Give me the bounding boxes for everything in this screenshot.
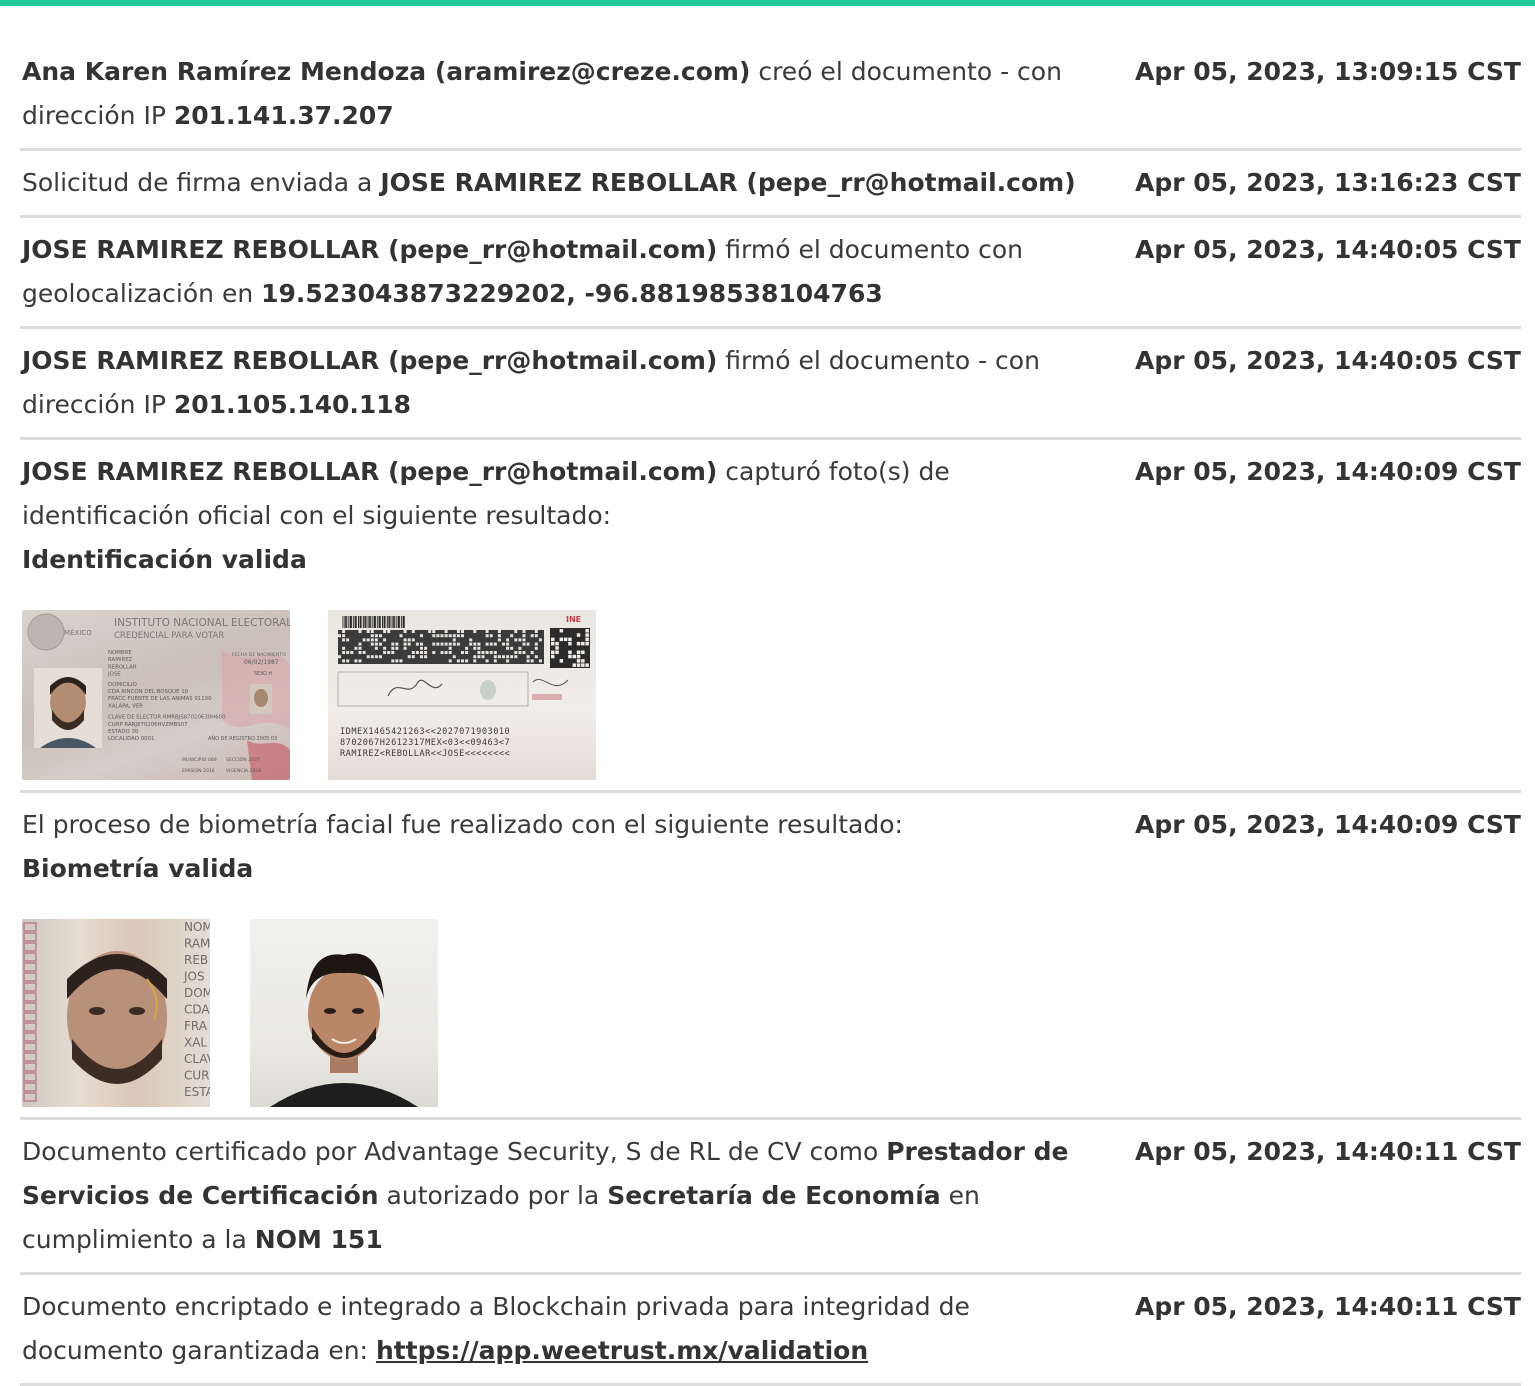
audit-event-row: Documento encriptado e integrado a Block… [20,1275,1521,1386]
face-crop-text: JOS [183,970,205,984]
face-crop-text: REB [184,953,208,967]
id-municipio: MUNICIPIO 089 [182,757,217,763]
audit-event-row: Solicitud de firma enviada a JOSE RAMIRE… [20,151,1521,218]
face-crop-text: FRA [184,1019,208,1033]
face-crop-text: RAM [184,937,210,951]
audit-event-description: Documento encriptado e integrado a Block… [22,1285,1082,1373]
id-front-line: CDA RINCON DEL BOSQUE 10 [108,689,189,695]
audit-event-timestamp: Apr 05, 2023, 14:40:09 CST [1135,810,1521,839]
id-front-line: CLAVE DE ELECTOR RMRBJS87020630H600 [108,715,226,721]
id-front-line: ESTADO 30 [108,729,139,735]
id-sex: SEXO H [254,671,272,677]
id-card-back-image[interactable]: INE IDMEX1465421263<<2027071903010 8702067… [328,610,596,780]
face-crop-text: XAL [184,1036,207,1050]
id-registro: AÑO DE REGISTRO 2005 03 [208,735,277,742]
id-photos: MÉXICO INSTITUTO NACIONAL ELECTORAL CREDEN… [22,610,1082,780]
mrz-line: RAMIREZ<REBOLLAR<<JOSE<<<<<<<< [340,749,510,759]
audit-event-timestamp: Apr 05, 2023, 13:16:23 CST [1135,168,1521,197]
event-text: autorizado por la [378,1181,608,1210]
ine-brand: INE [566,615,581,624]
audit-event-timestamp: Apr 05, 2023, 13:09:15 CST [1135,57,1521,86]
id-front-line: XALAPA, VER [108,703,143,709]
id-country: MÉXICO [64,628,92,637]
id-front-line: DOMICILIO [108,682,137,688]
face-crop-text: CDA [184,1003,210,1017]
id-face-crop-art: NOM RAM REB JOS DOM CDA FRA XAL CLAV CURI ESTA [23,920,210,1102]
audit-event-row: Ana Karen Ramírez Mendoza (aramirez@crez… [20,6,1521,151]
event-text: Documento certificado por Advantage Secu… [22,1137,887,1166]
audit-event-description: Ana Karen Ramírez Mendoza (aramirez@crez… [22,50,1082,138]
audit-event-timestamp: Apr 05, 2023, 14:40:11 CST [1135,1292,1521,1321]
biometric-photos: NOM RAM REB JOS DOM CDA FRA XAL CLAV CURI ESTA [22,919,1082,1107]
event-highlight: NOM 151 [254,1225,383,1254]
id-emision: EMISIÓN 2016 [182,767,215,774]
id-face-crop-image[interactable]: NOM RAM REB JOS DOM CDA FRA XAL CLAV CURI ESTA [22,919,210,1107]
event-highlight: JOSE RAMIREZ REBOLLAR (pepe_rr@hotmail.c… [22,235,718,264]
id-front-line: REBOLLAR [108,664,137,670]
id-seccion: SECCIÓN 2027 [226,756,260,763]
id-subtitle: CREDENCIAL PARA VOTAR [114,631,224,641]
audit-event-description: El proceso de biometría facial fue reali… [22,803,1082,891]
mrz-line: IDMEX1465421263<<2027071903010 [340,727,510,737]
id-front-line: CURP RARJ870206HVZMBS07 [108,722,188,728]
audit-event-description: Solicitud de firma enviada a JOSE RAMIRE… [22,161,1082,205]
event-text: Solicitud de firma enviada a [22,168,381,197]
audit-event-timestamp: Apr 05, 2023, 14:40:11 CST [1135,1137,1521,1166]
event-highlight: JOSE RAMIREZ REBOLLAR (pepe_rr@hotmail.c… [22,457,718,486]
id-front-line: JOSE [107,672,121,678]
audit-event-row: Documento certificado por Advantage Secu… [20,1120,1521,1275]
audit-event-content: JOSE RAMIREZ REBOLLAR (pepe_rr@hotmail.c… [22,339,1082,427]
id-front-line: LOCALIDAD 0001 [108,736,154,742]
id-card-front-art: MÉXICO INSTITUTO NACIONAL ELECTORAL CREDEN… [27,613,290,780]
audit-event-row: JOSE RAMIREZ REBOLLAR (pepe_rr@hotmail.c… [20,218,1521,329]
audit-event-content: JOSE RAMIREZ REBOLLAR (pepe_rr@hotmail.c… [22,450,1082,780]
audit-event-content: Documento encriptado e integrado a Block… [22,1285,1082,1373]
audit-event-description: JOSE RAMIREZ REBOLLAR (pepe_rr@hotmail.c… [22,228,1082,316]
face-crop-text: NOM [184,920,210,934]
audit-event-content: El proceso de biometría facial fue reali… [22,803,1082,1107]
event-highlight: 201.141.37.207 [173,101,394,130]
audit-log: Ana Karen Ramírez Mendoza (aramirez@crez… [20,6,1521,1386]
event-highlight: Identificación valida [22,545,307,574]
event-highlight: JOSE RAMIREZ REBOLLAR (pepe_rr@hotmail.c… [380,168,1076,197]
mrz-line: 8702067H2612317MEX<03<<09463<7 [340,738,510,748]
face-crop-text: CLAV [184,1052,210,1066]
event-highlight: Ana Karen Ramírez Mendoza (aramirez@crez… [22,57,751,86]
face-crop-text: ESTA [184,1085,210,1099]
event-highlight: Secretaría de Economía [607,1181,941,1210]
audit-event-description: JOSE RAMIREZ REBOLLAR (pepe_rr@hotmail.c… [22,339,1082,427]
audit-event-row: JOSE RAMIREZ REBOLLAR (pepe_rr@hotmail.c… [20,440,1521,793]
face-crop-text: DOM [184,986,210,1000]
audit-event-timestamp: Apr 05, 2023, 14:40:09 CST [1135,457,1521,486]
audit-event-description: Documento certificado por Advantage Secu… [22,1130,1082,1262]
selfie-image[interactable] [250,919,438,1107]
audit-event-row: JOSE RAMIREZ REBOLLAR (pepe_rr@hotmail.c… [20,329,1521,440]
event-highlight: Biometría valida [22,854,254,883]
validation-link[interactable]: https://app.weetrust.mx/validation [376,1336,868,1365]
id-card-front-image[interactable]: MÉXICO INSTITUTO NACIONAL ELECTORAL CREDEN… [22,610,290,780]
audit-event-content: Documento certificado por Advantage Secu… [22,1130,1082,1262]
event-highlight: 201.105.140.118 [173,390,412,419]
event-text: El proceso de biometría facial fue reali… [22,810,903,839]
audit-event-description: JOSE RAMIREZ REBOLLAR (pepe_rr@hotmail.c… [22,450,1082,582]
id-institute: INSTITUTO NACIONAL ELECTORAL [114,617,290,629]
audit-event-content: JOSE RAMIREZ REBOLLAR (pepe_rr@hotmail.c… [22,228,1082,316]
id-front-line: RAMIREZ [108,657,133,663]
audit-event-content: Solicitud de firma enviada a JOSE RAMIRE… [22,161,1082,205]
audit-event-row: El proceso de biometría facial fue reali… [20,793,1521,1120]
audit-event-content: Ana Karen Ramírez Mendoza (aramirez@crez… [22,50,1082,138]
id-birth-value: 06/02/1987 [244,659,279,666]
id-front-line: FRACC FUENTE DE LAS ANIMAS 91190 [108,696,212,702]
face-crop-text: CURI [184,1069,210,1083]
event-highlight: 19.523043873229202, -96.88198538104763 [261,279,883,308]
audit-event-timestamp: Apr 05, 2023, 14:40:05 CST [1135,346,1521,375]
id-front-line: NOMBRE [108,650,132,656]
event-highlight: JOSE RAMIREZ REBOLLAR (pepe_rr@hotmail.c… [22,346,718,375]
id-card-back-art: INE IDMEX1465421263<<20270719030108702067… [337,615,590,759]
id-vigencia: VIGENCIA 2026 [226,768,261,774]
selfie-art [270,953,418,1107]
audit-event-timestamp: Apr 05, 2023, 14:40:05 CST [1135,235,1521,264]
id-birth-label: FECHA DE NACIMIENTO [232,652,286,658]
